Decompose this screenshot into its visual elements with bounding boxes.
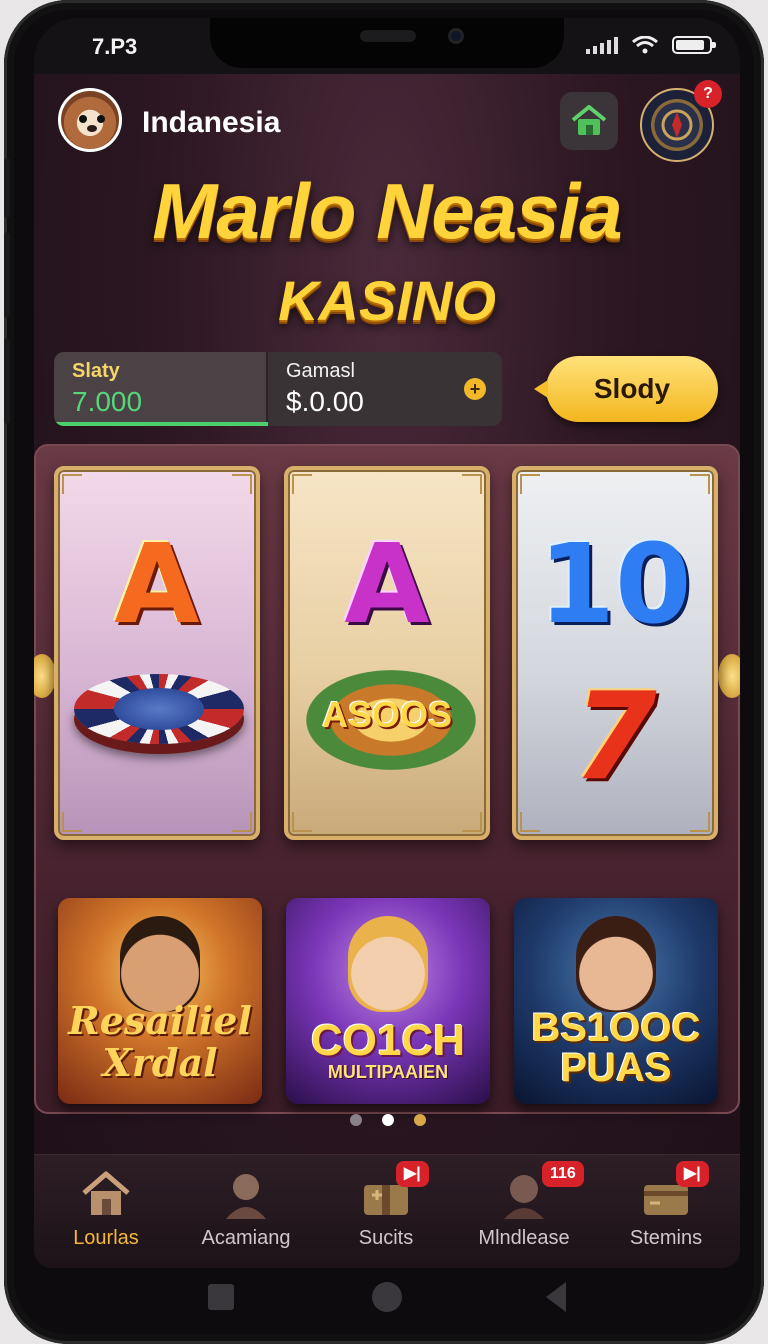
game-tile-co1ch[interactable]: CO1CH MULTIPAAIEN bbox=[286, 898, 490, 1104]
game-tile-bs1ooc[interactable]: BS1OOC PUAS bbox=[514, 898, 718, 1104]
battery-icon bbox=[672, 36, 716, 54]
balance-right-value: $.0.00 bbox=[286, 386, 364, 417]
avatar-eye-right bbox=[97, 115, 105, 123]
host-portrait bbox=[576, 916, 656, 1012]
game-tile-title: CO1CH bbox=[310, 1016, 466, 1065]
slot-symbol-asoos: ASOOS bbox=[321, 694, 453, 735]
back-button[interactable] bbox=[546, 1282, 566, 1312]
nav-item-acamiang[interactable]: Acamiang bbox=[176, 1155, 316, 1268]
balance-left-label: Slaty bbox=[72, 360, 120, 382]
signal-icon bbox=[586, 36, 618, 54]
nav-label: Acamiang bbox=[201, 1227, 291, 1249]
balance-left-section: Slaty 7.000 bbox=[54, 352, 268, 426]
balance-left-value: 7.000 bbox=[72, 386, 143, 417]
balance-right-label: Gamasl bbox=[286, 360, 355, 382]
recent-apps-button[interactable] bbox=[208, 1284, 234, 1310]
nav-label: Stemins bbox=[629, 1227, 703, 1249]
slot-symbol-a: A bbox=[114, 520, 200, 648]
home-button[interactable] bbox=[560, 92, 618, 150]
nav-item-lourlas[interactable]: Lourlas bbox=[36, 1155, 176, 1268]
game-tile-subtitle: PUAS bbox=[560, 1046, 672, 1090]
casino-title: Marlo Neasia bbox=[152, 167, 622, 255]
app-screen: 7.P3 Indanesia ? Marlo Neasia KASINO Sla… bbox=[34, 18, 740, 1268]
nav-label: Mlndlease bbox=[478, 1227, 570, 1249]
add-funds-button[interactable]: + bbox=[464, 378, 486, 400]
bottom-nav: Lourlas Acamiang ▶| Sucits 116 Mlndlease… bbox=[34, 1154, 740, 1268]
slot-reel-2[interactable]: A ASOOS bbox=[284, 466, 490, 840]
nav-badge: ▶| bbox=[396, 1161, 429, 1187]
coin-decoration-right bbox=[718, 654, 740, 698]
side-button bbox=[4, 338, 10, 424]
speaker-grille bbox=[360, 30, 416, 42]
home-icon bbox=[571, 105, 607, 135]
nav-label: Sucits bbox=[358, 1227, 414, 1249]
slot-symbol-7: 7 bbox=[573, 668, 657, 807]
avatar[interactable] bbox=[58, 88, 122, 152]
wifi-icon bbox=[632, 36, 658, 54]
host-portrait bbox=[348, 916, 428, 1012]
slot-symbol-a: A bbox=[344, 520, 430, 648]
system-nav-bar bbox=[0, 1268, 768, 1328]
carousel-dot[interactable] bbox=[414, 1114, 426, 1126]
balance-panel: Slaty 7.000 Gamasl $.0.00 + bbox=[54, 352, 502, 426]
game-tile-subtitle: MULTIPAAIEN bbox=[327, 1062, 449, 1082]
carousel-indicator bbox=[350, 1114, 426, 1126]
status-bar: 7.P3 bbox=[34, 18, 740, 74]
avatar-nose bbox=[87, 125, 97, 132]
status-icons bbox=[586, 36, 716, 54]
slot-reel-3[interactable]: 10 7 bbox=[512, 466, 718, 840]
poker-chip-icon bbox=[74, 674, 244, 744]
volume-up-button bbox=[4, 158, 10, 218]
carousel-dot-active[interactable] bbox=[382, 1114, 394, 1126]
camera-notch bbox=[210, 18, 564, 68]
nav-item-stemins[interactable]: ▶| Stemins bbox=[596, 1155, 736, 1268]
volume-down-button bbox=[4, 232, 10, 318]
game-tile-title: BS1OOC bbox=[531, 1006, 701, 1050]
slot-reel-1[interactable]: A bbox=[54, 466, 260, 840]
slody-button[interactable]: Slody bbox=[534, 356, 718, 422]
avatar-eye-left bbox=[79, 115, 87, 123]
help-badge[interactable]: ? bbox=[694, 80, 722, 108]
status-time: 7.P3 bbox=[92, 34, 138, 59]
nav-item-mlndlease[interactable]: 116 Mlndlease bbox=[454, 1155, 594, 1268]
person-icon bbox=[226, 1174, 266, 1219]
system-home-button[interactable] bbox=[372, 1282, 402, 1312]
username: Indanesia bbox=[142, 106, 281, 139]
home-icon bbox=[82, 1171, 130, 1215]
game-tile-resailiel[interactable]: Resailiel Xrdal bbox=[58, 898, 262, 1104]
carousel-dot[interactable] bbox=[350, 1114, 362, 1126]
game-tile-title: Resailiel bbox=[68, 998, 252, 1043]
slot-symbol-10: 10 bbox=[538, 520, 692, 648]
nav-badge: ▶| bbox=[676, 1161, 709, 1187]
front-camera bbox=[448, 28, 464, 44]
nav-item-sucits[interactable]: ▶| Sucits bbox=[316, 1155, 456, 1268]
nav-badge: 116 bbox=[542, 1161, 584, 1187]
game-tile-subtitle: Xrdal bbox=[102, 1040, 218, 1085]
nav-label: Lourlas bbox=[73, 1227, 139, 1249]
casino-subtitle: KASINO bbox=[278, 269, 496, 332]
balance-progress-bar bbox=[54, 422, 268, 426]
